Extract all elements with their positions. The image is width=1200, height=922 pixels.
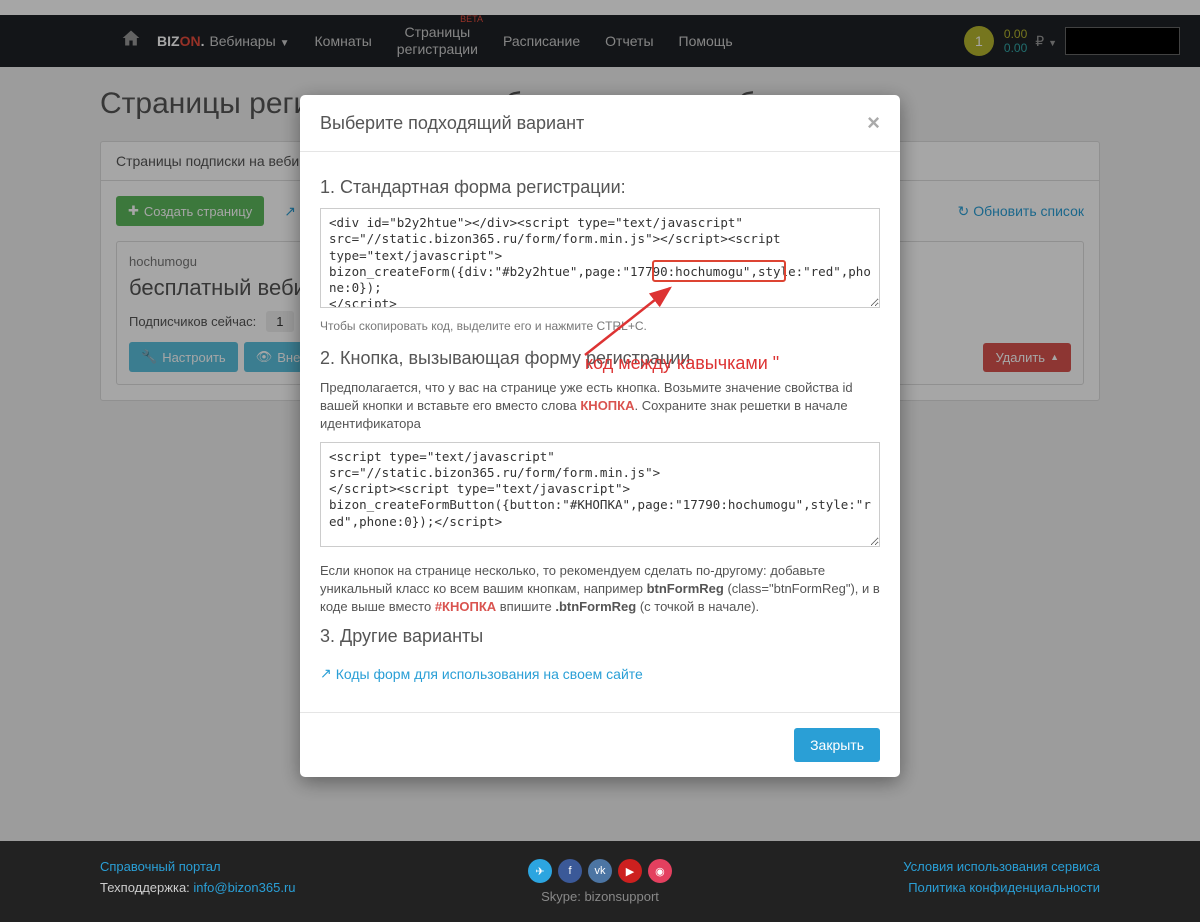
section-3-heading: 3. Другие варианты <box>320 626 880 647</box>
youtube-icon[interactable]: ▶ <box>618 859 642 883</box>
modal-title: Выберите подходящий вариант <box>320 113 867 134</box>
section-2-heading: 2. Кнопка, вызывающая форму регистрации <box>320 348 880 369</box>
section-2-desc: Предполагается, что у вас на странице уж… <box>320 379 880 434</box>
skype-label: Skype: bizonsupport <box>433 889 766 904</box>
code-1-textarea[interactable] <box>320 208 880 308</box>
section-1-heading: 1. Стандартная форма регистрации: <box>320 177 880 198</box>
modal-header: Выберите подходящий вариант × <box>300 95 900 152</box>
code-2-textarea[interactable] <box>320 442 880 547</box>
section-2-note: Если кнопок на странице несколько, то ре… <box>320 562 880 617</box>
external-link-icon: ↗ <box>320 665 332 682</box>
other-codes-link[interactable]: ↗Коды форм для использования на своем са… <box>320 665 643 682</box>
social-icons: ✈ f vk ▶ ◉ <box>528 859 672 883</box>
close-button[interactable]: Закрыть <box>794 728 880 762</box>
modal-footer: Закрыть <box>300 712 900 777</box>
support-email-link[interactable]: info@bizon365.ru <box>193 880 295 895</box>
telegram-icon[interactable]: ✈ <box>528 859 552 883</box>
close-icon[interactable]: × <box>867 110 880 136</box>
support-label: Техподдержка: <box>100 880 193 895</box>
vk-icon[interactable]: vk <box>588 859 612 883</box>
instagram-icon[interactable]: ◉ <box>648 859 672 883</box>
help-portal-link[interactable]: Справочный портал <box>100 859 433 874</box>
privacy-link[interactable]: Политика конфиденциальности <box>767 880 1100 895</box>
facebook-icon[interactable]: f <box>558 859 582 883</box>
terms-link[interactable]: Условия использования сервиса <box>767 859 1100 874</box>
footer: Справочный портал Техподдержка: info@biz… <box>0 841 1200 922</box>
copy-hint: Чтобы скопировать код, выделите его и на… <box>320 319 880 333</box>
code-modal: Выберите подходящий вариант × 1. Стандар… <box>300 95 900 777</box>
